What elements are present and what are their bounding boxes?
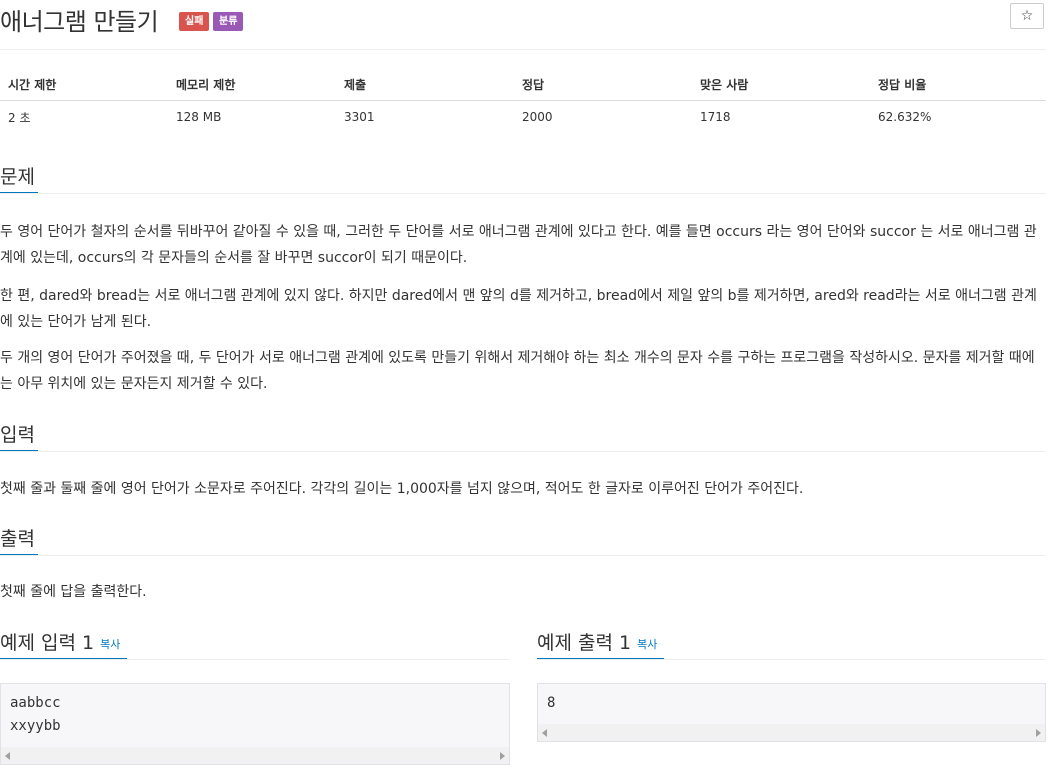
sample-input-copy-link[interactable]: 복사 <box>100 638 120 651</box>
input-text: 첫째 줄과 둘째 줄에 영어 단어가 소문자로 주어진다. 각각의 길이는 1,… <box>0 481 804 497</box>
sample-output-copy-link[interactable]: 복사 <box>637 638 657 651</box>
sample-output-title: 예제 출력 1 <box>537 632 632 654</box>
scroll-right-icon[interactable] <box>500 752 505 760</box>
sample-input-heading: 예제 입력 1 복사 <box>0 628 120 655</box>
value-memory-limit: 128 MB <box>176 110 222 124</box>
value-submissions: 3301 <box>344 110 375 124</box>
problem-info-table: 시간 제한 메모리 제한 제출 정답 맞은 사람 정답 비율 2 초 128 M… <box>0 68 1046 133</box>
sample-output-scrollbar[interactable] <box>538 724 1045 741</box>
title-divider <box>0 49 1046 50</box>
category-badge[interactable]: 분류 <box>213 12 244 31</box>
title-row: 애너그램 만들기 실패 분류 ☆ <box>0 0 1054 44</box>
page-title: 애너그램 만들기 <box>0 8 159 36</box>
scroll-left-icon[interactable] <box>5 752 10 760</box>
sample-output-divider <box>537 659 1046 660</box>
value-accepted: 2000 <box>522 110 553 124</box>
star-button[interactable]: ☆ <box>1010 3 1044 29</box>
output-divider <box>0 555 1046 556</box>
input-divider <box>0 451 1046 452</box>
header-accept-ratio: 정답 비율 <box>870 68 1046 101</box>
sample-input-content: aabbcc xxyybb <box>10 695 61 734</box>
header-solved-users: 맞은 사람 <box>692 68 870 101</box>
description-paragraph-3: 두 개의 영어 단어가 주어졌을 때, 두 단어가 서로 애너그램 관계에 있도… <box>0 350 1035 392</box>
header-accepted: 정답 <box>514 68 692 101</box>
scroll-left-icon[interactable] <box>542 729 547 737</box>
value-accept-ratio: 62.632% <box>878 110 932 124</box>
description-divider <box>0 193 1046 194</box>
star-icon: ☆ <box>1020 8 1034 24</box>
sample-output-heading: 예제 출력 1 복사 <box>537 628 657 655</box>
sample-input-box[interactable]: aabbcc xxyybb <box>0 683 510 765</box>
header-submissions: 제출 <box>336 68 514 101</box>
info-value-row: 2 초 128 MB 3301 2000 1718 62.632% <box>0 101 1046 134</box>
header-time-limit: 시간 제한 <box>0 68 168 101</box>
scroll-right-icon[interactable] <box>1036 729 1041 737</box>
sample-input-title: 예제 입력 1 <box>0 632 95 654</box>
description-paragraph-1: 두 영어 단어가 철자의 순서를 뒤바꾸어 같아질 수 있을 때, 그러한 두 … <box>0 224 1037 266</box>
sample-input-divider <box>0 659 510 660</box>
description-heading: 문제 <box>0 166 35 188</box>
header-memory-limit: 메모리 제한 <box>168 68 336 101</box>
description-paragraph-2: 한 편, dared와 bread는 서로 애너그램 관계에 있지 않다. 하지… <box>0 288 1037 330</box>
info-header-row: 시간 제한 메모리 제한 제출 정답 맞은 사람 정답 비율 <box>0 68 1046 101</box>
output-heading: 출력 <box>0 528 35 550</box>
input-heading: 입력 <box>0 424 35 446</box>
output-text: 첫째 줄에 답을 출력한다. <box>0 584 147 600</box>
sample-output-content: 8 <box>547 695 556 711</box>
value-time-limit: 2 초 <box>8 110 31 125</box>
value-solved-users: 1718 <box>700 110 731 124</box>
sample-input-scrollbar[interactable] <box>1 747 509 764</box>
sample-output-box[interactable]: 8 <box>537 683 1046 742</box>
fail-badge: 실패 <box>179 12 210 31</box>
